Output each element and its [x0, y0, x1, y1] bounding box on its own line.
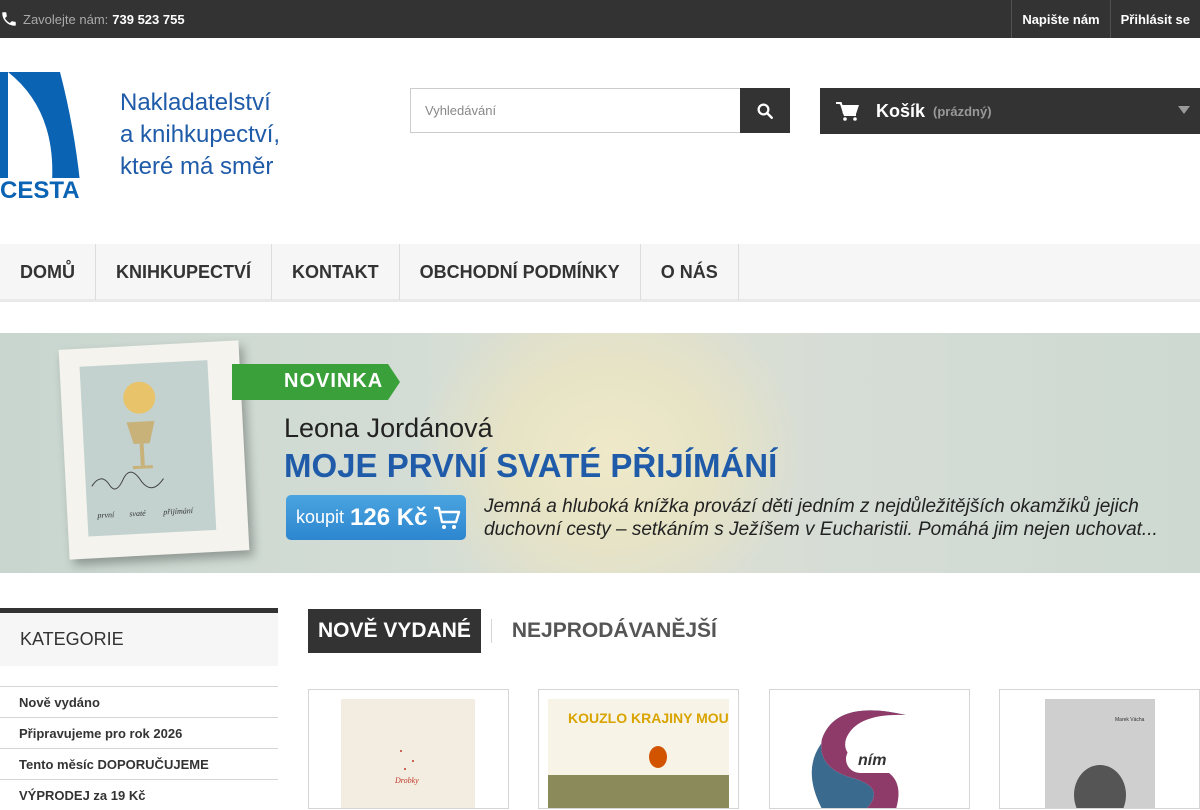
menu-item-home[interactable]: DOMŮ [0, 244, 96, 300]
promo-banner[interactable]: první svaté přijímání NOVINKA Leona Jord… [0, 333, 1200, 573]
tab-new-releases[interactable]: NOVĚ VYDANÉ [308, 609, 481, 653]
cesta-logo-icon: CESTA Nakladatelství a knihkupectví, kte… [0, 72, 280, 204]
menu-item-about[interactable]: O NÁS [641, 244, 739, 300]
phone-icon [2, 12, 16, 26]
cart-button[interactable]: Košík (prázdný) [820, 88, 1200, 134]
cart-icon [434, 506, 461, 529]
chevron-down-icon [1178, 106, 1190, 114]
category-sidebar: KATEGORIE Nově vydáno Připravujeme pro r… [0, 608, 278, 810]
chalice-icon: první svaté přijímání [91, 381, 194, 520]
site-logo[interactable]: CESTA Nakladatelství a knihkupectví, kte… [0, 70, 310, 204]
buy-button[interactable]: koupit 126 Kč [286, 495, 466, 540]
banner-title: MOJE PRVNÍ SVATÉ PŘIJÍMÁNÍ [284, 447, 778, 484]
product-cover-text: KOUZLO KRAJINY MOUDROST SLOVA [568, 710, 729, 726]
top-bar: Zavolejte nám: 739 523 755 Napište nám P… [0, 0, 1200, 38]
contact-us-link[interactable]: Napište nám [1011, 0, 1109, 38]
new-badge-label: NOVINKA [284, 370, 384, 392]
product-cover-text: Drobky [394, 776, 419, 785]
product-image: Marek Vácha [1045, 699, 1155, 808]
book-cover-word-2: první [96, 510, 115, 520]
category-item-sale[interactable]: VÝPRODEJ za 19 Kč [0, 779, 278, 810]
sign-in-link[interactable]: Přihlásit se [1109, 0, 1200, 38]
product-image: ním [806, 699, 934, 808]
category-item-recommended[interactable]: Tento měsíc DOPORUČUJEME [0, 748, 278, 779]
product-cover-text: ním [858, 752, 886, 769]
new-badge: NOVINKA [232, 364, 400, 400]
sidebar-title: KATEGORIE [0, 608, 278, 666]
phone-number[interactable]: 739 523 755 [112, 12, 184, 27]
product-image: Drobky [341, 699, 475, 808]
search-form [410, 88, 790, 133]
cart-state: (prázdný) [933, 103, 992, 119]
search-input[interactable] [410, 88, 740, 133]
buy-price: 126 Kč [350, 503, 428, 531]
shopping-cart-icon [836, 102, 859, 121]
logo-wordmark: CESTA [0, 177, 80, 202]
category-item-upcoming[interactable]: Připravujeme pro rok 2026 [0, 717, 278, 748]
product-card[interactable]: KOUZLO KRAJINY MOUDROST SLOVA [538, 689, 739, 809]
banner-description: Jemná a hluboká knížka provází děti jedn… [484, 496, 1158, 540]
book-cover-art: první svaté přijímání [79, 360, 217, 537]
main-menu: DOMŮ KNIHKUPECTVÍ KONTAKT OBCHODNÍ PODMÍ… [0, 244, 1200, 302]
product-tabs: NOVĚ VYDANÉ NEJPRODÁVANĚJŠÍ [308, 609, 727, 653]
book-cover-image: první svaté přijímání [58, 340, 250, 560]
category-list: Nově vydáno Připravujeme pro rok 2026 Te… [0, 686, 278, 810]
product-image: KOUZLO KRAJINY MOUDROST SLOVA [548, 699, 729, 808]
buy-label: koupit [296, 507, 345, 527]
search-icon [757, 103, 773, 119]
call-us: Zavolejte nám: 739 523 755 [0, 0, 185, 38]
search-button[interactable] [740, 88, 790, 133]
call-label: Zavolejte nám: [23, 11, 109, 27]
banner-author: Leona Jordánová [284, 413, 493, 443]
top-links: Napište nám Přihlásit se [1011, 0, 1200, 38]
category-item-new[interactable]: Nově vydáno [0, 686, 278, 717]
product-card[interactable]: ním [769, 689, 970, 809]
product-cover-text: Marek Vácha [1115, 717, 1145, 723]
product-card[interactable]: Marek Vácha [999, 689, 1200, 809]
book-cover-word-3: svaté [129, 509, 146, 519]
menu-item-bookshop[interactable]: KNIHKUPECTVÍ [96, 244, 273, 300]
logo-tagline-3: které má směr [120, 153, 273, 180]
logo-tagline-1: Nakladatelství [120, 89, 271, 116]
product-card[interactable]: Drobky [308, 689, 509, 809]
tab-bestsellers[interactable]: NEJPRODÁVANĚJŠÍ [490, 619, 727, 643]
menu-item-terms[interactable]: OBCHODNÍ PODMÍNKY [400, 244, 641, 300]
book-cover-word-4: přijímání [162, 506, 194, 517]
menu-item-contact[interactable]: KONTAKT [272, 244, 400, 300]
logo-tagline-2: a knihkupectví, [120, 121, 280, 148]
cart-title: Košík [876, 100, 926, 121]
